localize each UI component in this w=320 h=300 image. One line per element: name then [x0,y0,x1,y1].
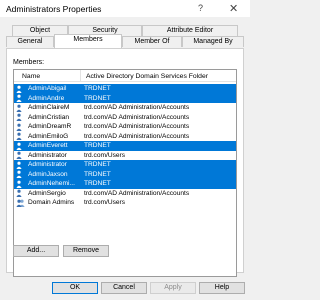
add-button[interactable]: Add... [13,245,59,257]
user-icon [16,161,22,169]
members-label: Members: [13,59,45,66]
member-folder: TRDNET [84,161,111,168]
members-panel: Members: Name Active Directory Domain Se… [6,48,244,277]
member-folder: trd.com/Users [84,199,126,206]
member-name: AdminAndre [28,94,65,102]
list-header: Name Active Directory Domain Services Fo… [14,70,236,82]
member-row[interactable]: AdminClaireM trd.com/AD Administration/Ac… [14,103,236,113]
member-name: Administrator [28,161,67,168]
member-name: AdminSergio [28,189,66,197]
window-title: Administrators Properties [6,4,102,14]
member-row[interactable]: AdminEverett TRDNET [14,141,236,151]
member-name: Domain Admins [28,199,75,206]
member-name: AdminNehemi... [28,180,75,187]
member-row[interactable]: AdminEmiloG trd.com/AD Administration/Acc… [14,132,236,142]
user-icon [16,142,22,150]
tab-strip: Object Security Attribute Editor General… [6,25,244,49]
member-name: AdminEverett [28,142,68,149]
user-icon [16,189,22,197]
member-name: AdminJaxson [28,170,68,178]
member-folder: trd.com/AD Administration/Accounts [84,113,190,121]
member-row[interactable]: AdminAbigail TRDNET [14,84,236,94]
column-header-name[interactable]: Name [22,73,40,80]
member-name: AdminClaireM [28,104,70,111]
member-folder: TRDNET [84,85,111,92]
user-icon [16,113,22,121]
close-icon[interactable]: ✕ [229,2,238,15]
member-folder: trd.com/AD Administration/Accounts [84,132,190,140]
member-row[interactable]: Administrator trd.com/Users [14,151,236,161]
user-icon [16,104,22,112]
help-icon[interactable]: ? [198,3,203,13]
member-folder: TRDNET [84,94,111,102]
member-row[interactable]: AdminAndre TRDNET [14,93,236,103]
tab-managed-by[interactable]: Managed By [182,36,244,47]
member-folder: TRDNET [84,180,111,187]
help-button[interactable]: Help [199,282,245,294]
user-icon [16,85,22,93]
member-folder: trd.com/Users [84,151,126,159]
user-icon [16,94,22,102]
member-name: AdminDreamR [28,123,72,130]
user-icon [16,151,22,159]
tab-general[interactable]: General [6,36,54,47]
tab-attribute-editor[interactable]: Attribute Editor [142,25,238,36]
member-folder: TRDNET [84,170,111,178]
member-row[interactable]: AdminSergio trd.com/AD Administration/Acc… [14,189,236,199]
member-name: AdminCristian [28,113,70,121]
member-row[interactable]: Administrator TRDNET [14,160,236,170]
column-separator[interactable] [80,70,81,82]
member-name: AdminAbigail [28,85,67,92]
group-icon [16,199,25,207]
member-name: Administrator [28,151,67,159]
member-row[interactable]: AdminDreamR trd.com/AD Administration/Acc… [14,122,236,132]
member-folder: trd.com/AD Administration/Accounts [84,123,190,130]
column-header-folder[interactable]: Active Directory Domain Services Folder [86,73,208,80]
member-row[interactable]: AdminJaxson TRDNET [14,169,236,179]
member-folder: trd.com/AD Administration/Accounts [84,104,190,111]
member-row[interactable]: Domain Admins trd.com/Users [14,198,236,208]
user-icon [16,123,22,131]
cancel-button[interactable]: Cancel [101,282,147,294]
user-icon [16,132,22,140]
user-icon [16,180,22,188]
apply-button[interactable]: Apply [150,282,196,294]
tab-member-of[interactable]: Member Of [122,36,182,47]
member-row[interactable]: AdminNehemi... TRDNET [14,179,236,189]
members-rows: AdminAbigail TRDNET AdminAndre TRDNET AdminC… [14,84,236,208]
member-name: AdminEmiloG [28,132,69,140]
member-folder: TRDNET [84,142,111,149]
user-icon [16,170,22,178]
member-row[interactable]: AdminCristian trd.com/AD Administration/A… [14,113,236,123]
title-bar: Administrators Properties ? ✕ [0,0,250,17]
member-folder: trd.com/AD Administration/Accounts [84,189,190,197]
remove-button[interactable]: Remove [63,245,109,257]
ok-button[interactable]: OK [52,282,98,294]
tab-members[interactable]: Members [54,34,122,48]
